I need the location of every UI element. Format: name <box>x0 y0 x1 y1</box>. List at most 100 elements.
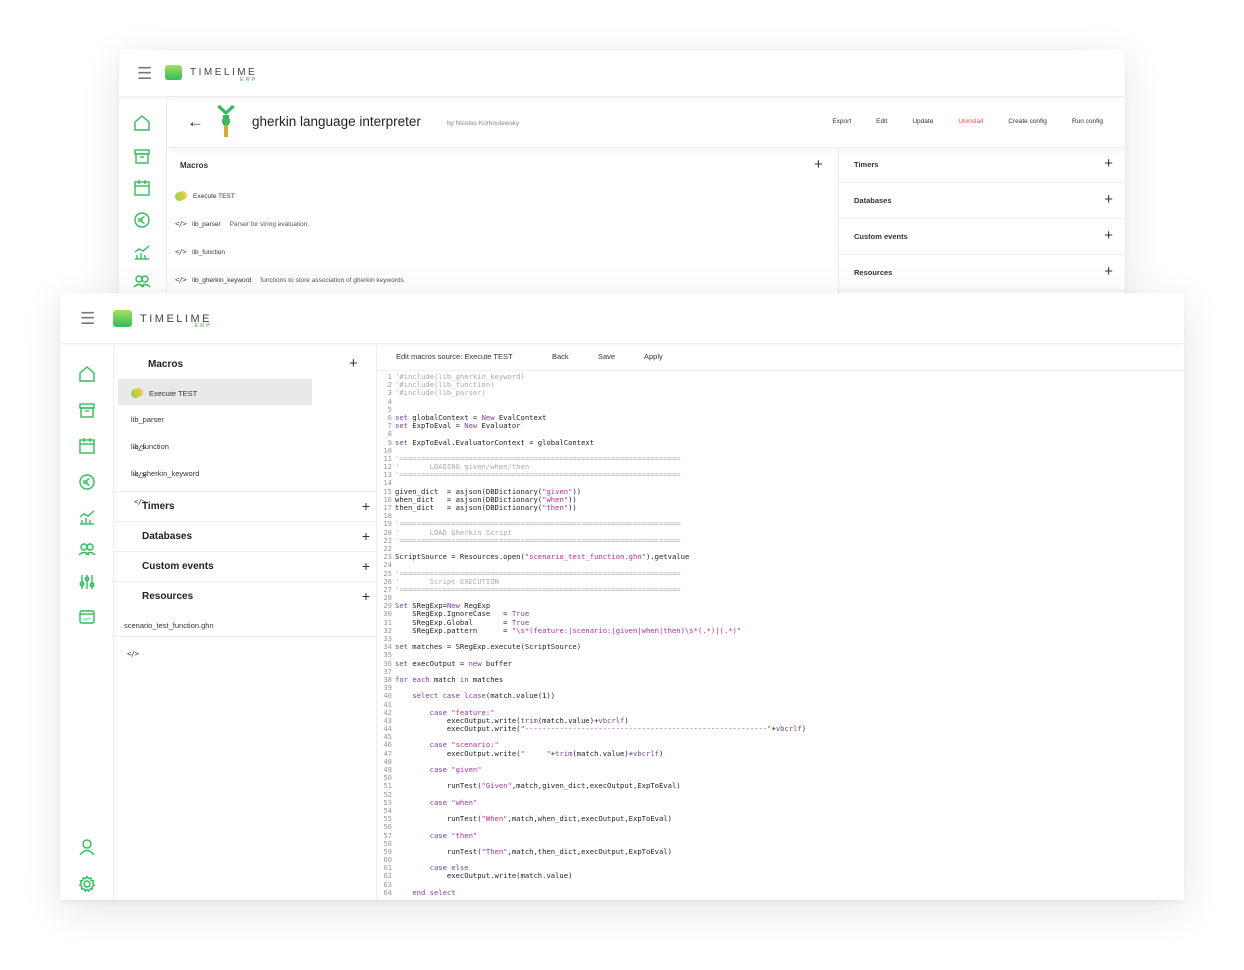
app-logo[interactable]: TIMELIME ERP <box>113 310 212 329</box>
databases-section[interactable]: Databases + <box>839 183 1125 219</box>
code-line[interactable]: 9 set ExpToEval.EvaluatorContext = global… <box>379 438 1184 447</box>
macro-item[interactable]: </> lib_function <box>131 442 169 479</box>
resources-section[interactable]: Resources + <box>839 255 1125 291</box>
add-timer-button[interactable]: + <box>1104 155 1113 172</box>
code-line[interactable]: 17 then_dict = asjson(DBDictionary("then"… <box>379 503 1184 512</box>
code-line[interactable]: 3 '#include(lib_parser) <box>379 389 1184 397</box>
logo-mark <box>113 310 132 327</box>
module-author: by Nicolas Korboulewsky <box>447 120 520 127</box>
code-line[interactable]: 25 '=====================================… <box>379 569 1184 578</box>
code-line[interactable]: 28 <box>379 593 1184 602</box>
add-macro-button[interactable]: + <box>814 156 823 173</box>
code-line[interactable]: 40 select case lcase(match.value(1)) <box>379 692 1184 700</box>
calendar-icon[interactable] <box>133 179 151 197</box>
code-line[interactable]: 52 <box>379 790 1184 799</box>
back-button[interactable]: Back <box>552 352 569 361</box>
app-store-icon[interactable]: APP <box>78 608 96 626</box>
code-line[interactable]: 32 SRegExp.pattern = "\s*(feature:|scena… <box>379 626 1184 635</box>
back-window: ☰ TIMELIME ERP ← gherkin language interp… <box>119 50 1125 293</box>
module-header: ← gherkin language interpreter by Nicola… <box>167 97 1125 148</box>
code-line[interactable]: 55 runTest("When",match,when_dict,execOu… <box>379 814 1184 823</box>
timers-section[interactable]: Timers + <box>839 147 1125 183</box>
users-icon[interactable] <box>78 541 96 559</box>
home-icon[interactable] <box>78 365 96 383</box>
code-line[interactable]: 45 <box>379 733 1184 741</box>
euro-icon[interactable] <box>78 473 96 491</box>
code-line[interactable]: 64 end select <box>379 888 1184 897</box>
run-config-button[interactable]: Run config <box>1072 118 1103 125</box>
custom-events-section[interactable]: Custom events + <box>113 551 376 582</box>
code-icon: </> <box>175 276 187 284</box>
module-icon <box>217 105 235 137</box>
code-editor-panel: Edit macros source: Execute TEST Back Sa… <box>376 344 1184 900</box>
users-icon[interactable] <box>133 273 151 291</box>
resources-section[interactable]: Resources + <box>113 581 376 612</box>
back-arrow-icon[interactable]: ← <box>187 112 204 132</box>
code-line[interactable]: 7 set ExpToEval = New Evaluator <box>379 421 1184 430</box>
code-line[interactable]: 59 runTest("Then",match,then_dict,execOu… <box>379 847 1184 856</box>
apply-button[interactable]: Apply <box>644 352 663 361</box>
analytics-icon[interactable] <box>78 508 96 526</box>
analytics-icon[interactable] <box>133 243 151 261</box>
code-line[interactable]: 27 '=====================================… <box>379 585 1184 594</box>
code-line[interactable]: 13 '=====================================… <box>379 471 1184 479</box>
app-logo[interactable]: TIMELIME ERP <box>165 65 257 83</box>
macro-item[interactable]: </> lib_function <box>175 248 225 256</box>
macro-item[interactable]: Execute TEST <box>175 191 235 201</box>
code-line[interactable]: 23 ScriptSource = Resources.open("scenari… <box>379 552 1184 561</box>
code-line[interactable]: 2 '#include(lib_function) <box>379 381 1184 389</box>
archive-icon[interactable] <box>78 401 96 419</box>
code-line[interactable]: 57 case "then" <box>379 831 1184 840</box>
update-button[interactable]: Update <box>912 118 933 125</box>
macro-item[interactable]: </> lib_gherkin_keyword <box>131 469 199 506</box>
calendar-icon[interactable] <box>78 437 96 455</box>
menu-icon[interactable]: ☰ <box>137 65 152 82</box>
add-database-button[interactable]: + <box>362 528 370 544</box>
custom-events-section[interactable]: Custom events + <box>839 219 1125 255</box>
code-line[interactable]: 56 <box>379 823 1184 831</box>
code-line[interactable]: 38 for each match in matches <box>379 675 1184 684</box>
databases-section[interactable]: Databases + <box>113 521 376 552</box>
add-macro-button[interactable]: + <box>349 355 358 372</box>
save-button[interactable]: Save <box>598 352 615 361</box>
code-line[interactable]: 49 case "given" <box>379 765 1184 774</box>
macro-item-selected[interactable]: Execute TEST <box>131 388 197 398</box>
code-line[interactable]: 63 <box>379 880 1184 889</box>
code-line[interactable]: 1 '#include(lib_gherkin_keyword) <box>379 372 1184 381</box>
code-line[interactable]: 4 <box>379 397 1184 406</box>
euro-icon[interactable] <box>133 211 151 229</box>
resource-file-item[interactable]: </> scenario_test_function.ghn <box>124 621 214 658</box>
macro-item[interactable]: </> lib_parser Parser for string evaluat… <box>175 220 309 228</box>
code-line[interactable]: 41 <box>379 700 1184 709</box>
archive-icon[interactable] <box>133 147 151 165</box>
add-custom-event-button[interactable]: + <box>362 558 370 574</box>
gear-icon[interactable] <box>78 875 96 893</box>
code-line[interactable]: 36 set execOutput = new buffer <box>379 659 1184 668</box>
home-icon[interactable] <box>133 114 151 132</box>
create-config-button[interactable]: Create config <box>1008 118 1047 125</box>
export-button[interactable]: Export <box>832 118 851 125</box>
edit-button[interactable]: Edit <box>876 118 887 125</box>
code-line[interactable]: 21 '=====================================… <box>379 536 1184 545</box>
code-line[interactable]: 48 <box>379 757 1184 766</box>
code-line[interactable]: 34 set matches = SRegExp.execute(ScriptSo… <box>379 643 1184 651</box>
add-resource-button[interactable]: + <box>1104 263 1113 280</box>
code-line[interactable]: 51 runTest("Given",match,given_dict,exec… <box>379 782 1184 790</box>
code-editor[interactable]: 1 '#include(lib_gherkin_keyword) 2 '#includ… <box>379 372 1184 900</box>
user-icon[interactable] <box>78 838 96 856</box>
add-timer-button[interactable]: + <box>362 498 370 514</box>
code-line[interactable]: 53 case "when" <box>379 798 1184 807</box>
macro-item[interactable]: </> lib_gherkin_keyword functions to sto… <box>175 276 404 284</box>
timers-section[interactable]: Timers + <box>113 491 376 522</box>
code-line[interactable]: 44 execOutput.write("-------------------… <box>379 724 1184 733</box>
add-database-button[interactable]: + <box>1104 191 1113 208</box>
menu-icon[interactable]: ☰ <box>80 310 95 327</box>
code-line[interactable]: 62 execOutput.write(match.value) <box>379 872 1184 880</box>
sliders-icon[interactable] <box>78 573 96 591</box>
code-line[interactable]: 60 <box>379 855 1184 864</box>
code-line[interactable]: 47 execOutput.write(" "+trim(match.value… <box>379 749 1184 758</box>
macro-item[interactable]: </> lib_parser <box>131 415 164 452</box>
add-custom-event-button[interactable]: + <box>1104 227 1113 244</box>
uninstall-button[interactable]: Uninstall <box>958 118 983 125</box>
add-resource-button[interactable]: + <box>362 588 370 604</box>
